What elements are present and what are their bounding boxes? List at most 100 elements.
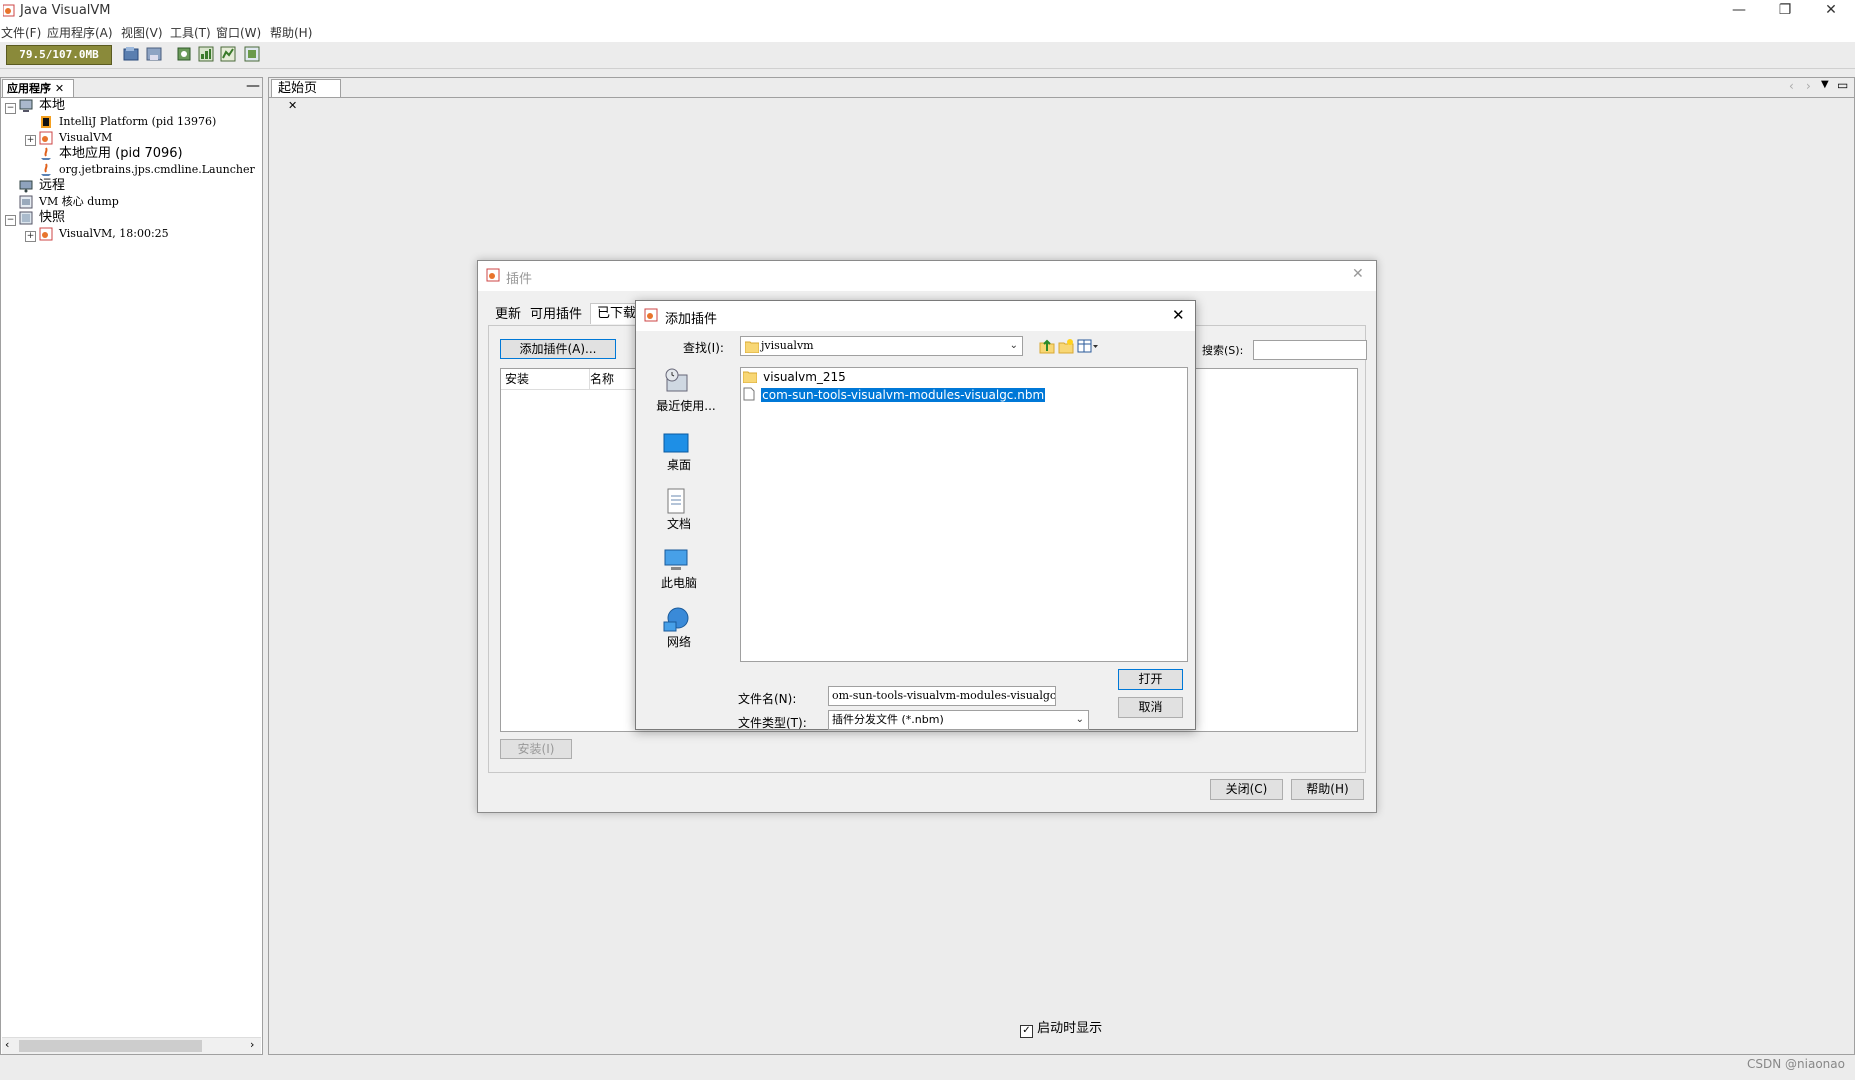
search-label: 搜索(S): bbox=[1202, 344, 1244, 357]
folder-icon bbox=[745, 341, 759, 353]
scroll-tabs-left-icon[interactable]: ‹ bbox=[1789, 79, 1794, 93]
help-button[interactable]: 帮助(H) bbox=[1291, 779, 1364, 800]
plugins-dialog-titlebar: 插件 ✕ bbox=[478, 261, 1376, 291]
new-folder-icon[interactable] bbox=[1058, 338, 1074, 354]
close-dialog-icon[interactable]: ✕ bbox=[1172, 306, 1185, 324]
column-install[interactable]: 安装 bbox=[501, 369, 590, 390]
heap-dump-icon[interactable] bbox=[198, 46, 214, 62]
up-folder-icon[interactable] bbox=[1039, 338, 1055, 354]
collapse-icon[interactable]: − bbox=[5, 215, 16, 226]
close-tab-icon[interactable]: ✕ bbox=[55, 82, 64, 95]
look-in-combo[interactable]: jvisualvm ⌄ bbox=[740, 336, 1023, 356]
menu-view[interactable]: 视图(V) bbox=[121, 24, 163, 41]
documents-icon[interactable] bbox=[661, 488, 691, 516]
open-button[interactable]: 打开 bbox=[1118, 669, 1183, 690]
tab-list-dropdown-icon[interactable]: ▼ bbox=[1821, 79, 1829, 90]
menu-bar: 文件(F) 应用程序(A) 视图(V) 工具(T) 窗口(W) 帮助(H) bbox=[0, 22, 1855, 42]
tree-node-launcher[interactable]: org.jetbrains.jps.cmdline.Launcher bbox=[59, 161, 255, 179]
place-desktop-label[interactable]: 桌面 bbox=[639, 456, 719, 473]
add-plugin-file-dialog: 添加插件 ✕ 查找(I): jvisualvm ⌄ 最近使用... 桌面 文档 … bbox=[635, 300, 1196, 730]
toolbar: 79.5/107.0MB bbox=[0, 42, 1855, 69]
place-network-label[interactable]: 网络 bbox=[639, 633, 719, 650]
application-snapshot-icon bbox=[39, 227, 53, 241]
filename-label: 文件名(N): bbox=[738, 692, 797, 706]
cancel-button[interactable]: 取消 bbox=[1118, 697, 1183, 718]
file-name: com-sun-tools-visualvm-modules-visualgc.… bbox=[761, 388, 1046, 402]
filetype-value: 插件分发文件 (*.nbm) bbox=[832, 713, 944, 726]
menu-tools[interactable]: 工具(T) bbox=[170, 24, 211, 41]
scroll-right-icon[interactable]: › bbox=[250, 1038, 254, 1051]
expand-icon[interactable]: + bbox=[25, 135, 36, 146]
filetype-combo[interactable]: 插件分发文件 (*.nbm) ⌄ bbox=[828, 710, 1089, 730]
applications-tabbar: 应用程序 ✕ — bbox=[1, 78, 262, 98]
install-button[interactable]: 安装(I) bbox=[500, 739, 572, 759]
save-icon[interactable] bbox=[146, 46, 162, 62]
desktop-icon[interactable] bbox=[661, 429, 691, 457]
chevron-down-icon: ⌄ bbox=[1075, 714, 1084, 725]
visualvm-icon bbox=[644, 308, 658, 322]
filetype-label: 文件类型(T): bbox=[738, 716, 807, 730]
thread-dump-icon[interactable] bbox=[220, 46, 236, 62]
place-documents-label[interactable]: 文档 bbox=[639, 515, 719, 532]
java-app-icon bbox=[41, 163, 51, 176]
checkbox-checked-icon[interactable]: ✓ bbox=[1020, 1025, 1033, 1038]
menu-window[interactable]: 窗口(W) bbox=[216, 24, 261, 41]
this-pc-icon[interactable] bbox=[661, 547, 691, 575]
memory-usage-bar[interactable]: 79.5/107.0MB bbox=[6, 45, 112, 65]
watermark: CSDN @niaonao bbox=[1747, 1057, 1845, 1071]
workspace-tabbar: 起始页 ✕ ‹ › ▼ ▭ bbox=[269, 78, 1854, 112]
look-in-label: 查找(I): bbox=[683, 341, 724, 355]
file-icon bbox=[743, 387, 755, 401]
tab-available-plugins[interactable]: 可用插件 bbox=[530, 305, 582, 325]
search-input[interactable] bbox=[1253, 340, 1367, 360]
minimize-panel-icon[interactable]: — bbox=[246, 78, 260, 94]
filename-input[interactable]: om-sun-tools-visualvm-modules-visualgc.n… bbox=[828, 686, 1056, 706]
horizontal-scrollbar[interactable]: ‹ › bbox=[2, 1037, 261, 1054]
scroll-tabs-right-icon[interactable]: › bbox=[1806, 79, 1811, 93]
tab-applications-label: 应用程序 bbox=[7, 82, 51, 95]
tab-applications[interactable]: 应用程序 ✕ bbox=[2, 79, 74, 97]
restore-button[interactable]: ❐ bbox=[1762, 0, 1808, 22]
list-item[interactable]: visualvm_215 bbox=[742, 370, 846, 386]
java-app-icon bbox=[41, 147, 51, 160]
add-jmx-icon[interactable] bbox=[176, 46, 192, 62]
menu-help[interactable]: 帮助(H) bbox=[270, 24, 312, 41]
close-button[interactable]: 关闭(C) bbox=[1210, 779, 1283, 800]
scrollbar-thumb[interactable] bbox=[19, 1040, 202, 1052]
file-dialog-title: 添加插件 bbox=[665, 312, 718, 327]
place-this-pc-label[interactable]: 此电脑 bbox=[639, 574, 719, 591]
close-tab-icon[interactable]: ✕ bbox=[288, 99, 297, 112]
expand-icon[interactable]: + bbox=[25, 231, 36, 242]
intellij-icon bbox=[41, 116, 51, 128]
list-item-selected[interactable]: com-sun-tools-visualvm-modules-visualgc.… bbox=[743, 387, 1046, 403]
close-dialog-icon[interactable]: ✕ bbox=[1352, 266, 1364, 282]
view-menu-icon[interactable] bbox=[1077, 338, 1099, 354]
tab-start-page[interactable]: 起始页 ✕ bbox=[271, 79, 341, 112]
file-name: visualvm_215 bbox=[763, 370, 846, 384]
snapshots-icon bbox=[19, 211, 33, 225]
file-dialog-titlebar: 添加插件 ✕ bbox=[636, 301, 1195, 331]
tab-updates[interactable]: 更新 bbox=[495, 305, 521, 325]
add-plugin-button[interactable]: 添加插件(A)... bbox=[500, 339, 616, 359]
menu-file[interactable]: 文件(F) bbox=[1, 24, 41, 41]
local-computer-icon bbox=[19, 99, 33, 112]
visualvm-icon bbox=[486, 268, 500, 282]
close-window-button[interactable]: ✕ bbox=[1808, 0, 1854, 22]
network-icon[interactable] bbox=[661, 606, 691, 634]
menu-application[interactable]: 应用程序(A) bbox=[47, 24, 113, 41]
load-snapshot-icon[interactable] bbox=[123, 46, 139, 62]
recent-items-icon[interactable] bbox=[661, 367, 691, 395]
collapse-icon[interactable]: − bbox=[5, 103, 16, 114]
scroll-left-icon[interactable]: ‹ bbox=[5, 1038, 9, 1051]
show-on-startup-checkbox[interactable]: ✓ 启动时显示 bbox=[1020, 1017, 1102, 1038]
tree-node-snapshot-item[interactable]: VisualVM, 18:00:25 bbox=[59, 225, 169, 243]
core-dump-icon bbox=[19, 195, 33, 209]
applications-panel: 应用程序 ✕ — − 本地 IntelliJ Platform (pid 139… bbox=[0, 77, 263, 1055]
visualvm-icon bbox=[39, 131, 53, 145]
window-title: Java VisualVM bbox=[20, 3, 111, 18]
maximize-window-icon[interactable]: ▭ bbox=[1837, 78, 1848, 92]
minimize-button[interactable]: — bbox=[1716, 0, 1762, 22]
place-recent-label[interactable]: 最近使用... bbox=[646, 397, 726, 414]
show-on-startup-label: 启动时显示 bbox=[1037, 1021, 1103, 1036]
snapshot-icon[interactable] bbox=[244, 46, 260, 62]
